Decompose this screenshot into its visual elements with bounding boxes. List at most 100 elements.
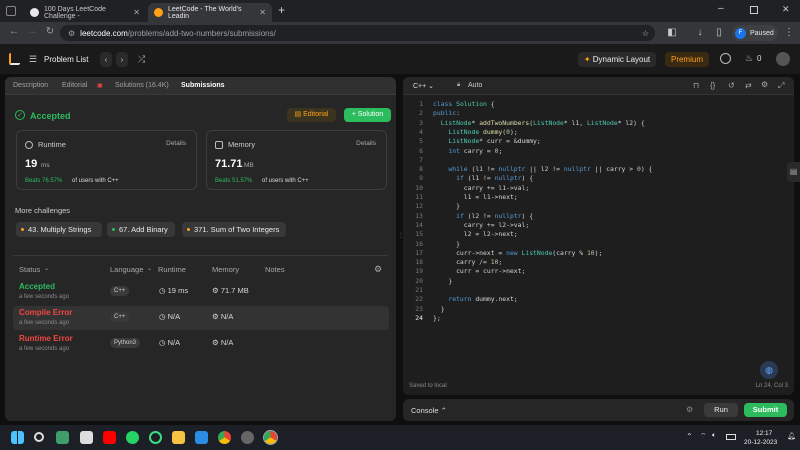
browser-tab-2[interactable]: LeetCode - The World's Leadin ✕: [148, 3, 272, 22]
table-row[interactable]: Compile Error a few seconds ago C++ ◷ N/…: [13, 306, 389, 330]
table-row[interactable]: Runtime Error a few seconds ago Python3 …: [13, 332, 389, 356]
site-info-icon[interactable]: ⚙: [68, 29, 75, 38]
code-line[interactable]: 24};: [403, 314, 794, 323]
solution-button[interactable]: + Solution: [344, 108, 391, 122]
side-note-tab[interactable]: ▤: [787, 162, 800, 182]
row-status[interactable]: Compile Error: [19, 308, 72, 317]
reload-icon[interactable]: ↻: [42, 26, 58, 37]
code-line[interactable]: 22 return dummy.next;: [403, 295, 794, 304]
youtube-icon[interactable]: [103, 431, 116, 444]
chat-bubble-button[interactable]: ◍: [760, 361, 778, 379]
code-line[interactable]: 15 l2 = l2->next;: [403, 230, 794, 239]
shortcut-icon[interactable]: ⇄: [745, 81, 752, 90]
runtime-card[interactable]: Runtime Details 19 ms Beats 76.57% of us…: [16, 130, 197, 190]
side-panel-icon[interactable]: ▯: [712, 26, 726, 40]
code-line[interactable]: 8 while (l1 != nullptr || l2 != nullptr …: [403, 165, 794, 174]
run-button[interactable]: Run: [704, 403, 738, 417]
prev-problem-button[interactable]: ‹: [100, 52, 112, 67]
row-status[interactable]: Runtime Error: [19, 334, 73, 343]
code-line[interactable]: 1 class Solution {: [403, 100, 794, 109]
code-line[interactable]: 13 if (l2 != nullptr) {: [403, 212, 794, 221]
clock-time[interactable]: 12:17: [756, 430, 772, 437]
address-bar[interactable]: ⚙ leetcode.com/problems/add-two-numbers/…: [60, 25, 655, 41]
browser-tab-1[interactable]: 100 Days LeetCode Challenge - ✕: [24, 3, 146, 22]
streak-icon[interactable]: ♨: [745, 53, 753, 64]
maximize-icon[interactable]: [750, 6, 758, 14]
code-line[interactable]: 11 l1 = l1->next;: [403, 193, 794, 202]
timer-icon[interactable]: [720, 53, 731, 64]
row-status[interactable]: Accepted: [19, 282, 55, 291]
code-area[interactable]: 1 class Solution {2 public: 3 ListNode* add…: [403, 100, 794, 340]
premium-button[interactable]: Premium: [665, 52, 709, 67]
tab-editorial[interactable]: Editorial: [62, 82, 87, 89]
dynamic-layout-button[interactable]: ✦ Dynamic Layout: [578, 52, 656, 67]
table-row[interactable]: Accepted a few seconds ago C++ ◷ 19 ms ⚙…: [13, 280, 389, 304]
auto-mode[interactable]: Auto: [468, 82, 482, 89]
code-line[interactable]: 2 public:: [403, 109, 794, 118]
code-line[interactable]: 20 }: [403, 277, 794, 286]
code-line[interactable]: 10 carry += l1->val;: [403, 184, 794, 193]
braces-icon[interactable]: {}: [710, 81, 715, 90]
user-avatar[interactable]: [776, 52, 790, 66]
folder-icon[interactable]: [172, 431, 185, 444]
submit-button[interactable]: Submit: [744, 403, 787, 417]
code-line[interactable]: 17 curr->next = new ListNode(carry % 10)…: [403, 249, 794, 258]
file-explorer-window-icon[interactable]: [80, 431, 93, 444]
back-icon[interactable]: ←: [6, 26, 22, 37]
reset-icon[interactable]: ↺: [728, 81, 735, 90]
code-line[interactable]: 9 if (l1 != nullptr) {: [403, 174, 794, 183]
challenge-chip[interactable]: 371. Sum of Two Integers: [182, 222, 286, 237]
code-line[interactable]: 4 ListNode dummy(0);: [403, 128, 794, 137]
code-line[interactable]: 23 }: [403, 305, 794, 314]
windows-start-icon[interactable]: [11, 431, 24, 444]
vscode-icon[interactable]: [195, 431, 208, 444]
chrome-menu-icon[interactable]: ⋮: [782, 26, 796, 40]
next-problem-button[interactable]: ›: [116, 52, 128, 67]
code-line[interactable]: 16 }: [403, 240, 794, 249]
close-window-icon[interactable]: ✕: [782, 4, 790, 15]
widgets-icon[interactable]: [56, 431, 69, 444]
runtime-details-link[interactable]: Details: [166, 140, 186, 147]
problem-list-link[interactable]: Problem List: [44, 55, 88, 64]
clock-date[interactable]: 20-12-2023: [744, 439, 777, 446]
code-line[interactable]: 6 int carry = 0;: [403, 147, 794, 156]
extensions-icon[interactable]: ◧: [665, 26, 679, 40]
profile-button[interactable]: F Paused: [732, 25, 778, 41]
whatsapp-icon[interactable]: [126, 431, 139, 444]
chrome-icon[interactable]: [218, 431, 231, 444]
memory-details-link[interactable]: Details: [356, 140, 376, 147]
console-toggle[interactable]: Console ⌃: [411, 406, 447, 415]
editor-settings-icon[interactable]: ⚙: [761, 80, 768, 89]
search-icon[interactable]: [34, 432, 44, 442]
settings-gear-icon[interactable]: [241, 431, 254, 444]
tab-submissions[interactable]: Submissions: [181, 82, 225, 89]
editorial-button[interactable]: ▤ Editorial: [287, 108, 336, 122]
code-line[interactable]: 7: [403, 156, 794, 165]
header-language[interactable]: Language: [110, 265, 143, 274]
challenge-chip[interactable]: 43. Multiply Strings: [16, 222, 102, 237]
tray-expand-icon[interactable]: ⌃: [686, 432, 693, 441]
tab-solutions[interactable]: Solutions (16.4K): [115, 82, 169, 89]
code-line[interactable]: 14 carry += l2->val;: [403, 221, 794, 230]
code-line[interactable]: 19 curr = curr->next;: [403, 267, 794, 276]
forward-icon[interactable]: →: [24, 26, 40, 37]
notification-icon[interactable]: 🔔︎: [787, 432, 796, 440]
fullscreen-icon[interactable]: ⤢: [778, 81, 784, 91]
settings-gear-icon[interactable]: ⚙: [686, 405, 693, 414]
tab-description[interactable]: Description: [13, 82, 48, 89]
bookmark-star-icon[interactable]: ☆: [642, 29, 649, 38]
shuffle-icon[interactable]: ⤮: [138, 54, 145, 65]
download-icon[interactable]: ↓: [693, 26, 707, 40]
minimize-icon[interactable]: –: [718, 3, 724, 14]
code-line[interactable]: 12 }: [403, 202, 794, 211]
tab-search-icon[interactable]: [6, 6, 16, 16]
challenge-chip[interactable]: 67. Add Binary: [107, 222, 175, 237]
leetcode-chrome-icon[interactable]: [263, 430, 278, 445]
language-select[interactable]: C++ ⌄: [413, 82, 434, 90]
code-line[interactable]: 3 ListNode* addTwoNumbers(ListNode* l1, …: [403, 119, 794, 128]
settings-gear-icon[interactable]: ⚙: [374, 264, 382, 275]
new-tab-button[interactable]: +: [278, 3, 285, 17]
header-status[interactable]: Status: [19, 265, 40, 274]
code-line[interactable]: 5 ListNode* curr = &dummy;: [403, 137, 794, 146]
volume-icon[interactable]: 🔈︎: [712, 432, 716, 440]
